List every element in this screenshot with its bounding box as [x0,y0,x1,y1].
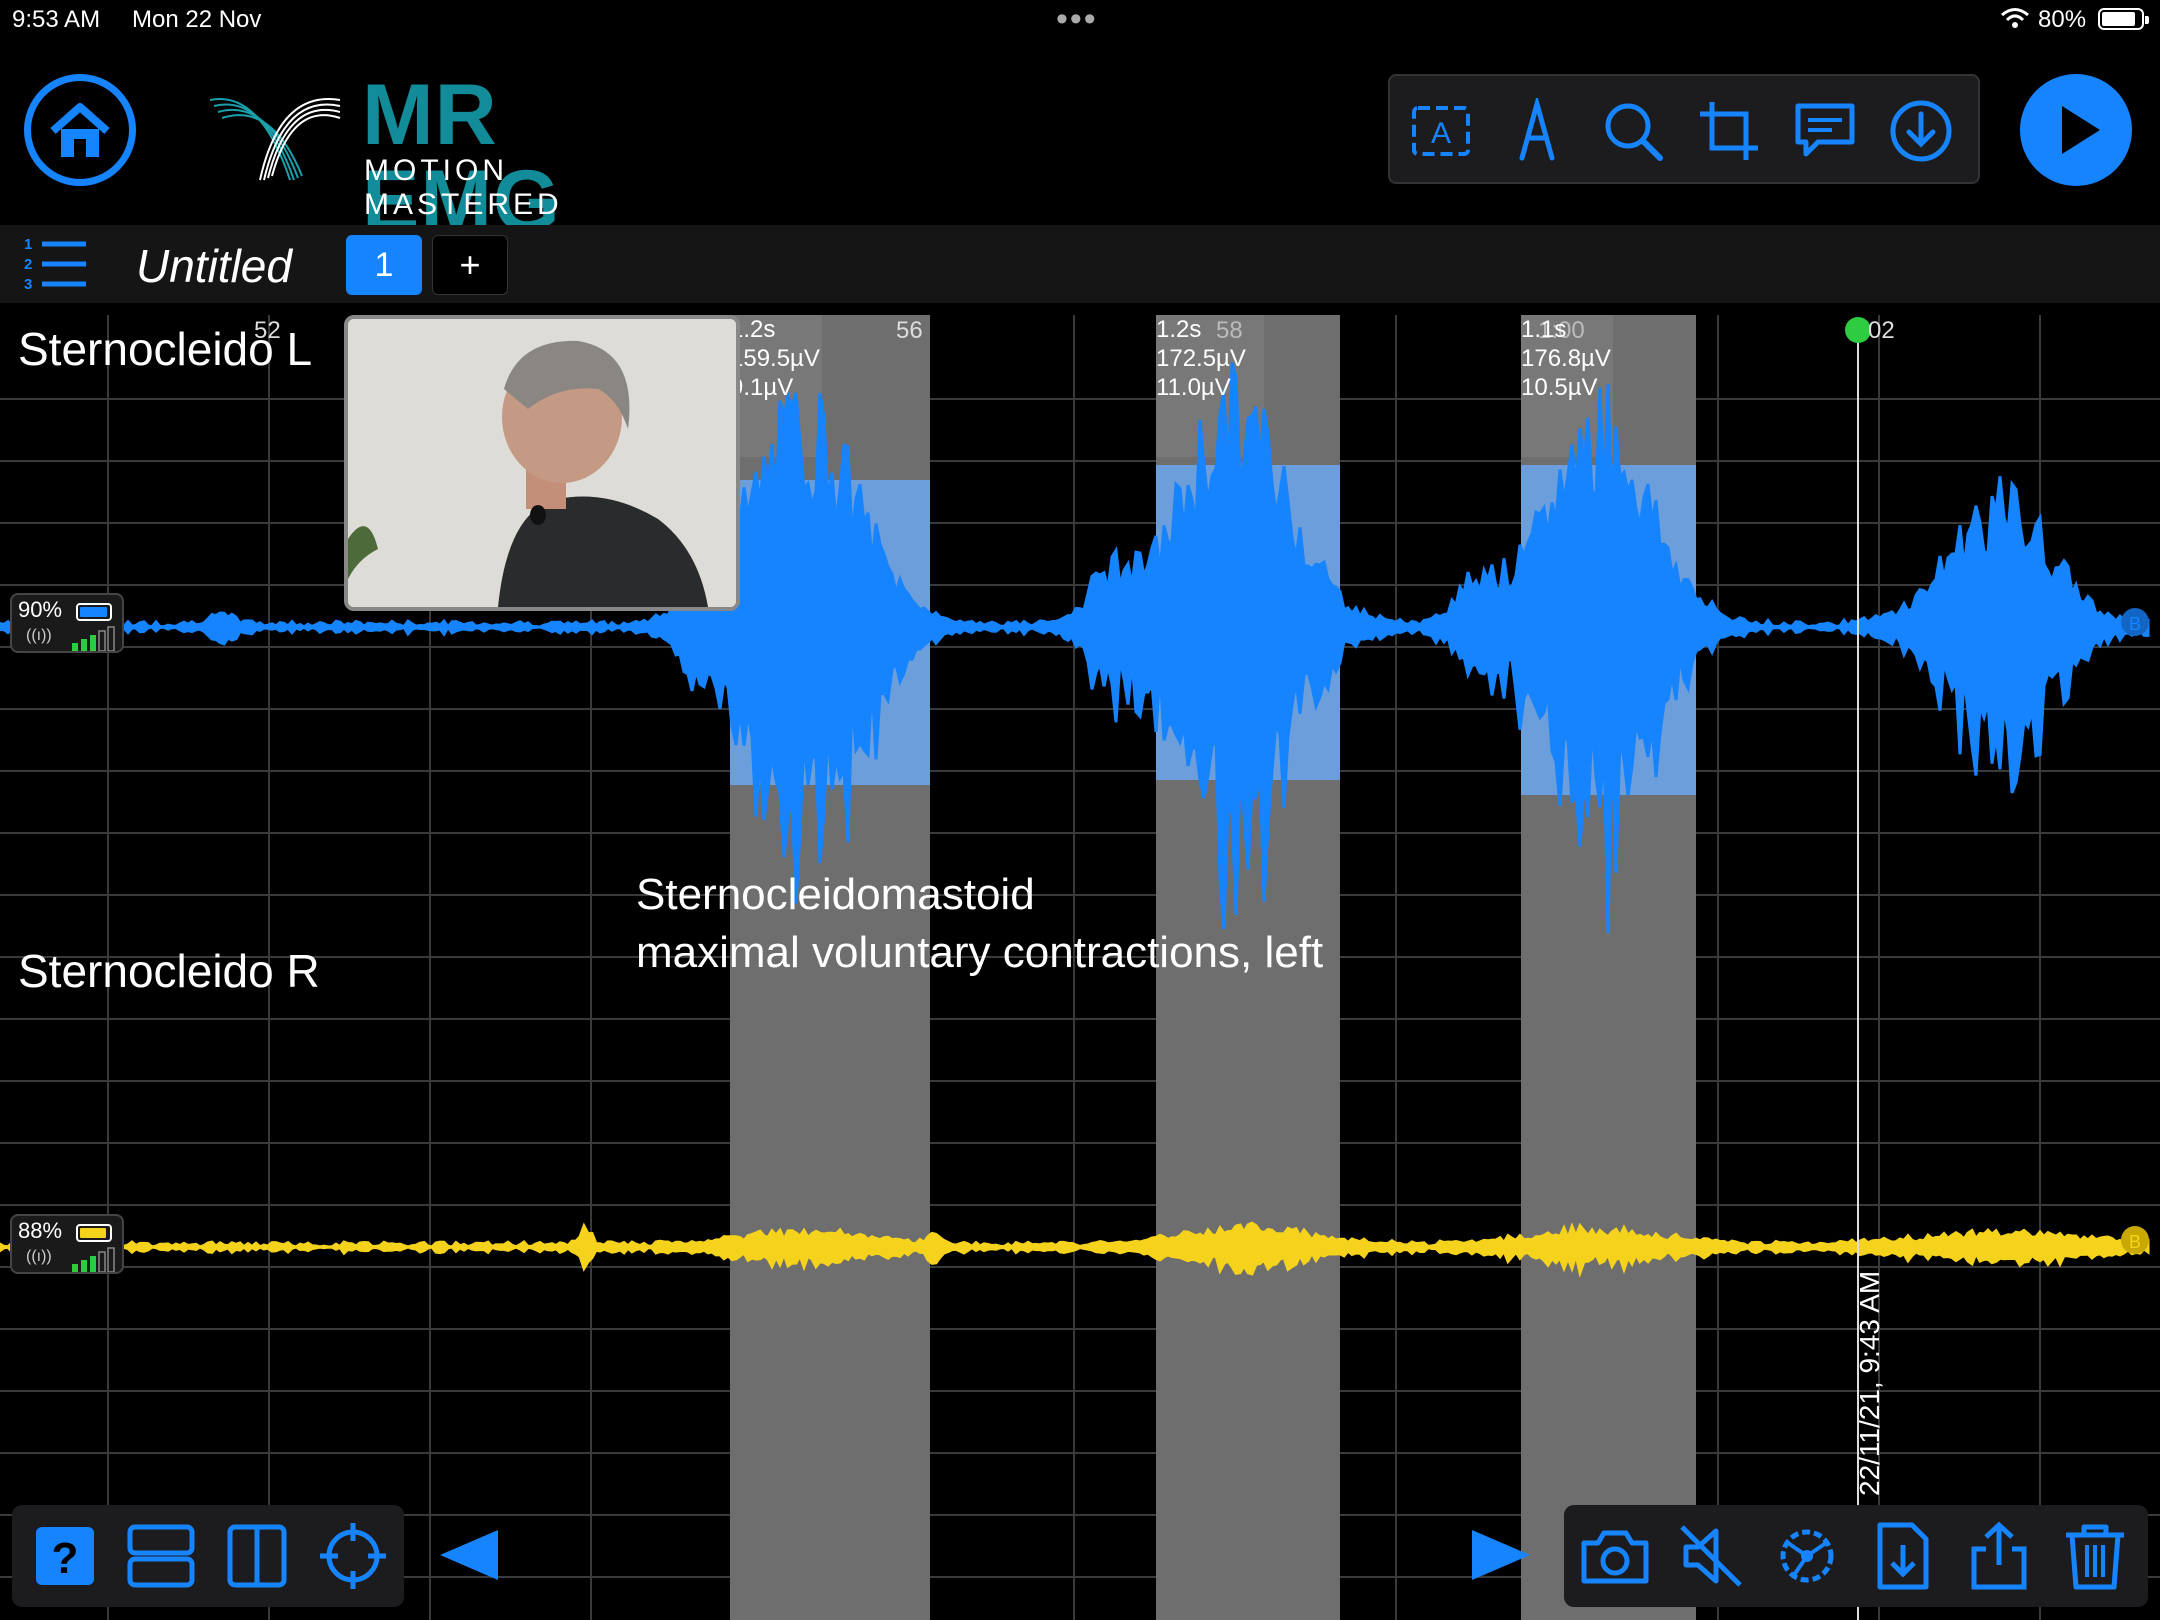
sensor-status-right[interactable]: 88% ((ı)) [10,1214,124,1274]
wifi-icon [2001,8,2029,28]
marker-icon[interactable] [1504,98,1570,164]
brand-tagline: MOTION MASTERED [364,154,563,221]
video-thumbnail[interactable] [344,315,740,611]
download-icon[interactable] [1888,98,1954,164]
share-icon[interactable] [1964,1521,2034,1591]
multitasking-dots-icon[interactable]: ••• [1056,0,1098,39]
bottom-right-toolbar [1564,1505,2148,1607]
next-arrow-icon[interactable] [1466,1520,1536,1590]
signal-icon: ((ı)) [26,627,52,644]
measurement-3: 1.1s 176.8µV 10.5µV [1521,316,1611,401]
svg-text:B: B [2129,614,2141,634]
mute-icon[interactable] [1676,1521,1746,1591]
channel-label-left[interactable]: Sternocleido L [18,322,312,376]
svg-text:2: 2 [24,256,32,273]
crop-icon[interactable] [1696,98,1762,164]
video-frame [348,319,736,607]
status-time: 9:53 AM [12,6,101,33]
svg-text:1: 1 [24,236,32,253]
sensor-battery-icon [76,1224,112,1242]
tab-bar: 1 2 3 Untitled 1 + [0,225,2160,303]
add-tab-button[interactable]: + [432,235,508,295]
sensor-battery-icon [76,603,112,621]
sensor-battery-percent: 90% [18,597,63,622]
numbered-list-icon[interactable]: 1 2 3 [20,235,90,295]
cursor-timestamp: 22/11/21, 9:43 AM [1854,1270,1885,1496]
svg-text:A: A [1431,117,1451,150]
svg-text:3: 3 [24,276,32,293]
status-date: Mon 22 Nov [132,6,262,33]
search-icon[interactable] [1600,98,1666,164]
split-vertical-icon[interactable] [222,1521,292,1591]
home-icon [50,103,110,157]
sensor-status-left[interactable]: 90% ((ı)) [10,593,124,653]
signal-icon: ((ı)) [26,1248,52,1265]
home-button[interactable] [24,74,136,186]
annotation-toolbar: A [1388,74,1980,184]
signal-strength-icon [72,626,115,651]
tab-1[interactable]: 1 [346,235,422,295]
camera-icon[interactable] [1580,1521,1650,1591]
sensor-battery-percent: 88% [18,1218,63,1243]
measurement-1: 1.2s 159.5µV 9.1µV [730,316,820,401]
split-horizontal-icon[interactable] [126,1521,196,1591]
app-logo: MR EMG MOTION MASTERED [200,70,710,244]
bottom-left-toolbar: ? [12,1505,404,1607]
settings-icon[interactable] [1772,1521,1842,1591]
help-icon[interactable]: ? [30,1521,100,1591]
play-button[interactable] [2020,74,2132,186]
battery-percent: 80% [2038,6,2087,33]
time-tick: 56 [896,317,923,344]
signal-strength-icon [72,1247,115,1272]
text-annotation-icon[interactable]: A [1408,98,1474,164]
export-file-icon[interactable] [1868,1521,1938,1591]
crosshair-icon[interactable] [318,1521,388,1591]
document-title[interactable]: Untitled [136,239,292,293]
plot-annotation[interactable]: Sternocleidomastoid maximal voluntary co… [636,866,1323,982]
svg-text:B: B [2129,1232,2141,1252]
logo-mark-icon [209,98,341,181]
battery-icon [2098,8,2149,30]
svg-text:?: ? [52,1534,79,1583]
comment-icon[interactable] [1792,98,1858,164]
trash-icon[interactable] [2060,1521,2130,1591]
status-bar: 9:53 AM Mon 22 Nov ••• 80% [0,0,2160,40]
channel-label-right[interactable]: Sternocleido R [18,944,320,998]
time-tick: 02 [1868,317,1895,344]
play-icon [2062,106,2100,154]
previous-arrow-icon[interactable] [434,1520,504,1590]
measurement-2: 1.2s 172.5µV 11.0µV [1156,316,1246,401]
